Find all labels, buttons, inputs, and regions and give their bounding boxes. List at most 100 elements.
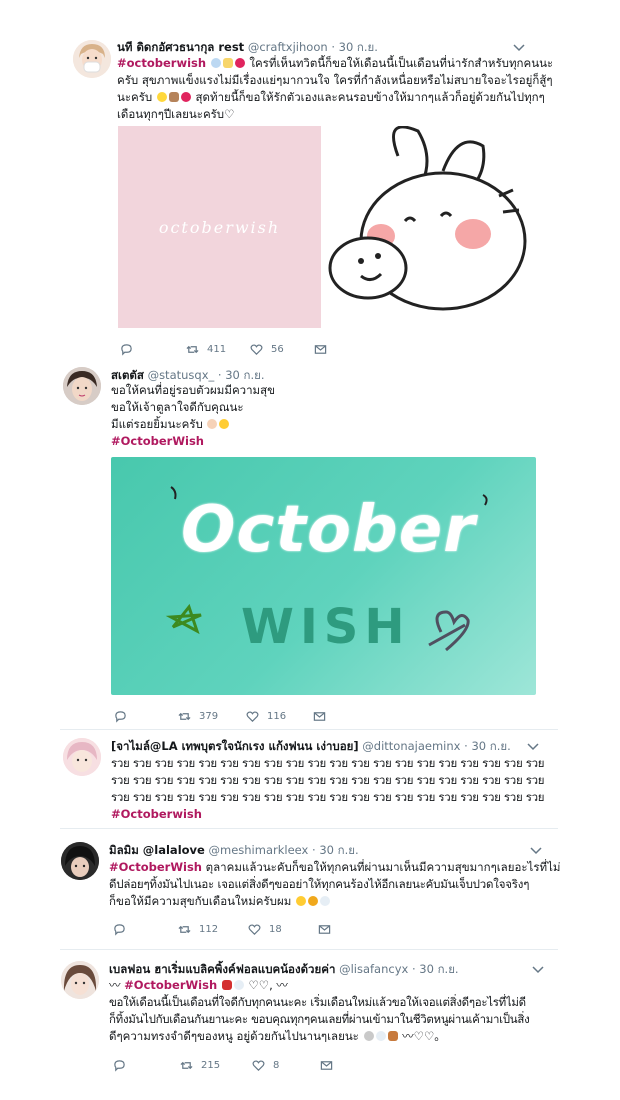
maple-leaf-emoji bbox=[221, 980, 232, 990]
reply-icon bbox=[114, 1059, 125, 1072]
cloud-emoji bbox=[375, 1031, 386, 1041]
envelope-icon bbox=[314, 344, 327, 354]
retweet-button[interactable]: 411 bbox=[186, 341, 226, 357]
media-image[interactable]: October WISH bbox=[111, 457, 536, 695]
tweet-line: มีแต่รอยยิ้มนะครับ bbox=[111, 417, 203, 431]
sunflower-emoji bbox=[307, 896, 318, 906]
reply-button[interactable] bbox=[113, 1057, 126, 1073]
hashtag-link[interactable]: #OctoberWish bbox=[111, 433, 531, 450]
display-name[interactable]: เบลฟอน ฮาเริ่มแบลิคพิ้งค์ฟอลแบคน้องด้วยค… bbox=[109, 962, 335, 976]
reply-button[interactable] bbox=[114, 708, 127, 724]
tweet-text: #octoberwish ใครที่เห็นทวิตนี้ก็ขอให้เดื… bbox=[117, 55, 553, 123]
message-button[interactable] bbox=[314, 341, 327, 357]
tweet-date[interactable]: 30 ก.ย. bbox=[339, 40, 378, 54]
display-name[interactable]: สเตตัส bbox=[111, 368, 144, 382]
like-button[interactable]: 116 bbox=[246, 708, 286, 724]
bunny-sticker-image bbox=[328, 125, 527, 311]
tweet-actions: 379 116 bbox=[114, 708, 334, 724]
reply-icon bbox=[121, 343, 132, 356]
retweet-button[interactable]: 112 bbox=[178, 921, 218, 937]
media-image-left[interactable]: octoberwish bbox=[118, 126, 321, 328]
tweet-3[interactable]: [จาไมล์@LA เทพบุตรใจนักเรง แก้งฟนน เง่าบ… bbox=[0, 730, 620, 828]
tweet-line: ครับ สุขภาพแข็งแรงไม่มีเรื่องแย่ๆมากวนใจ… bbox=[117, 73, 553, 87]
tweet-date[interactable]: 30 ก.ย. bbox=[419, 962, 458, 976]
tweet-actions: 411 56 bbox=[120, 341, 340, 357]
tweet-line: ดีๆความทรงจำดีๆของหนู อยู่ด้วยกันไปนานๆเ… bbox=[109, 1029, 359, 1043]
tweet-2[interactable]: สเตตัส @statusqx_ · 30 ก.ย. ขอให้คนที่อย… bbox=[0, 360, 620, 730]
heart-icon bbox=[252, 1059, 265, 1071]
avatar-image bbox=[63, 367, 101, 405]
message-button[interactable] bbox=[320, 1057, 333, 1073]
hashtag-link[interactable]: #OctoberWish bbox=[109, 860, 202, 874]
media-image-right[interactable] bbox=[323, 125, 529, 328]
display-name[interactable]: [จาไมล์@LA เทพบุตรใจนักเรง แก้งฟนน เง่าบ… bbox=[111, 739, 359, 753]
separator-dot: · bbox=[331, 40, 335, 54]
reply-button[interactable] bbox=[120, 341, 133, 357]
hashtag-link[interactable]: #Octoberwish bbox=[111, 806, 551, 823]
tweet-line: ดีปล่อยๆทิ้งมันไปเนอะ เจอแต่สิ่งดีๆขออย่… bbox=[109, 877, 530, 891]
user-handle[interactable]: @statusqx_ bbox=[148, 368, 215, 382]
retweet-button[interactable]: 215 bbox=[180, 1057, 220, 1073]
message-button[interactable] bbox=[313, 708, 326, 724]
tweet-actions: 215 8 bbox=[113, 1057, 343, 1073]
tweet-date[interactable]: 30 ก.ย. bbox=[319, 843, 358, 857]
avatar-image bbox=[61, 961, 99, 999]
tweet-line: ก็ทิ้งมันไปกับเดือนกันยานะคะ ขอบคุณทุกๆค… bbox=[109, 1012, 530, 1026]
display-name[interactable]: นที ดิดกอัศวธนากุล rest bbox=[117, 40, 244, 54]
like-count: 18 bbox=[269, 923, 282, 935]
retweet-button[interactable]: 379 bbox=[178, 708, 218, 724]
text-prefix: 〰 bbox=[109, 978, 121, 992]
envelope-icon bbox=[313, 711, 326, 721]
like-button[interactable]: 56 bbox=[250, 341, 284, 357]
separator-dot: · bbox=[411, 962, 416, 976]
avatar[interactable] bbox=[63, 367, 101, 405]
chevron-down-icon[interactable] bbox=[513, 43, 525, 53]
envelope-icon bbox=[320, 1060, 333, 1070]
message-button[interactable] bbox=[318, 921, 331, 937]
tweet-line: รวย รวย รวย รวย รวย รวย รวย รวย รวย รวย … bbox=[111, 773, 545, 787]
avatar[interactable] bbox=[61, 842, 99, 880]
avatar[interactable] bbox=[73, 40, 111, 78]
avatar-image bbox=[61, 842, 99, 880]
tweet-line: ขอให้เจ้าตูลาใจดีกับคุณนะ bbox=[111, 400, 244, 414]
tweet-4[interactable]: มิลมิม @lalalove @meshimarkleex · 30 ก.ย… bbox=[0, 829, 620, 949]
user-handle[interactable]: @meshimarkleex bbox=[209, 843, 309, 857]
avatar[interactable] bbox=[61, 961, 99, 999]
hashtag-link[interactable]: #OctoberWish bbox=[124, 978, 217, 992]
user-handle[interactable]: @craftxjihoon bbox=[248, 40, 328, 54]
avatar-image bbox=[63, 738, 101, 776]
tweet-5[interactable]: เบลฟอน ฮาเริ่มแบลิคพิ้งค์ฟอลแบคน้องด้วยค… bbox=[0, 950, 620, 1090]
chevron-down-icon[interactable] bbox=[527, 742, 539, 752]
hashtag-link[interactable]: #octoberwish bbox=[117, 56, 206, 70]
artwork-title: October bbox=[181, 493, 476, 567]
retweet-icon bbox=[180, 1061, 193, 1069]
heart-icon bbox=[246, 710, 259, 722]
tweet-line: รวย รวย รวย รวย รวย รวย รวย รวย รวย รวย … bbox=[111, 790, 545, 804]
cloud-emoji bbox=[233, 980, 244, 990]
yellow-heart-emoji bbox=[295, 896, 306, 906]
separator-dot: · bbox=[312, 843, 316, 857]
chevron-down-icon[interactable] bbox=[530, 846, 542, 856]
speech-bubble-emoji bbox=[210, 58, 221, 68]
user-handle[interactable]: @dittonajaeminx bbox=[362, 739, 460, 753]
retweet-count: 215 bbox=[201, 1059, 221, 1071]
separator-dot: · bbox=[464, 739, 468, 753]
display-name[interactable]: มิลมิม @lalalove bbox=[109, 843, 205, 857]
like-button[interactable]: 8 bbox=[252, 1057, 279, 1073]
tweet-text: 〰 #OctoberWish ♡♡, 〰 ขอให้เดือนนี้เป็นเด… bbox=[109, 977, 559, 1045]
chevron-down-icon[interactable] bbox=[532, 965, 544, 975]
avatar[interactable] bbox=[63, 738, 101, 776]
tweet-text: #OctoberWish ตุลาคมแล้วนะคับก็ขอให้ทุกคน… bbox=[109, 859, 560, 910]
like-button[interactable]: 18 bbox=[248, 921, 282, 937]
user-handle[interactable]: @lisafancyx bbox=[339, 962, 408, 976]
tweet-line: สุดท้ายนี้ก็ขอให้รักตัวเองและคนรอบข้างให… bbox=[195, 90, 545, 104]
text-suffix: ♡♡, 〰 bbox=[248, 978, 288, 992]
media-caption: octoberwish bbox=[158, 217, 281, 237]
yellow-heart-emoji bbox=[219, 419, 230, 429]
retweet-icon bbox=[186, 345, 199, 353]
tweet-date[interactable]: 30 ก.ย. bbox=[471, 739, 510, 753]
reply-button[interactable] bbox=[113, 921, 126, 937]
rabbit-emoji bbox=[363, 1031, 374, 1041]
tweet-date[interactable]: 30 ก.ย. bbox=[225, 368, 264, 382]
tweet-1[interactable]: นที ดิดกอัศวธนากุล rest @craftxjihoon · … bbox=[0, 0, 620, 360]
